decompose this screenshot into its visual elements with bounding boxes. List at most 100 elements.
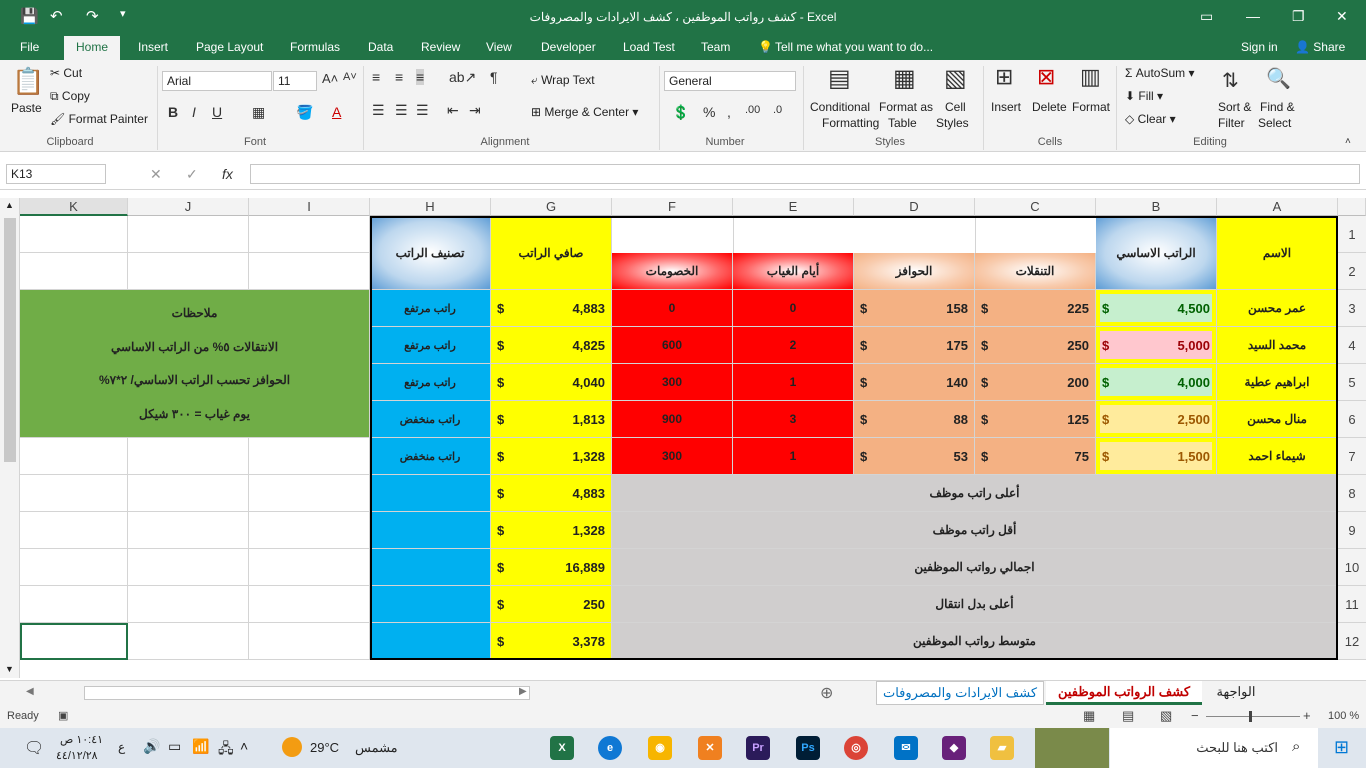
format-painter-button[interactable]: 🖌 Format Painter: [50, 112, 148, 126]
header-basic-salary[interactable]: الراتب الاساسي: [1096, 216, 1217, 290]
show-hidden-icons[interactable]: ˄: [240, 738, 248, 754]
transport-cell[interactable]: $225: [975, 290, 1096, 327]
vlc-taskbar-icon[interactable]: ◉: [648, 736, 672, 760]
find-select-button[interactable]: Find &: [1260, 100, 1295, 114]
increase-decimal-icon[interactable]: .00: [745, 104, 760, 116]
classification-cell[interactable]: راتب مرتفع: [370, 327, 491, 364]
clear-button[interactable]: ◇ Clear ▾: [1125, 112, 1176, 126]
percent-icon[interactable]: %: [703, 104, 715, 120]
summary-label[interactable]: متوسط رواتب الموظفين: [612, 623, 1338, 660]
classification-cell[interactable]: راتب مرتفع: [370, 290, 491, 327]
summary-empty-cell[interactable]: [370, 623, 491, 660]
chrome-taskbar-icon[interactable]: ◎: [844, 736, 868, 760]
summary-value-cell[interactable]: $250: [491, 586, 612, 623]
incentives-cell[interactable]: $88: [854, 401, 975, 438]
discounts-cell[interactable]: 600: [612, 327, 733, 364]
absence-cell[interactable]: 1: [733, 364, 854, 401]
format-cells-button[interactable]: Format: [1072, 100, 1110, 114]
discounts-cell[interactable]: 900: [612, 401, 733, 438]
tab-home[interactable]: Home: [64, 36, 121, 60]
cell-empty[interactable]: [20, 475, 128, 512]
cell-empty[interactable]: [249, 586, 370, 623]
scroll-down-icon[interactable]: ▼: [5, 664, 14, 674]
cell-empty[interactable]: [249, 512, 370, 549]
summary-value-cell[interactable]: $3,378: [491, 623, 612, 660]
summary-value-cell[interactable]: $4,883: [491, 475, 612, 512]
vertical-scrollbar[interactable]: ▲ ▼: [0, 198, 20, 678]
net-salary-cell[interactable]: $4,825: [491, 327, 612, 364]
align-middle-icon[interactable]: ≡: [395, 69, 403, 85]
wifi-icon[interactable]: 📶: [192, 738, 209, 755]
format-as-table-icon[interactable]: ▦: [893, 64, 916, 93]
header-incentives[interactable]: الحوافز: [854, 253, 975, 290]
summary-empty-cell[interactable]: [370, 512, 491, 549]
net-salary-cell[interactable]: $1,328: [491, 438, 612, 475]
edge-taskbar-icon[interactable]: e: [598, 736, 622, 760]
zoom-in-icon[interactable]: +: [1303, 708, 1311, 723]
summary-label[interactable]: اجمالي رواتب الموظفين: [612, 549, 1338, 586]
align-bottom-icon[interactable]: ≡: [416, 69, 425, 85]
sign-in-link[interactable]: Sign in: [1241, 40, 1278, 54]
excel-taskbar-icon[interactable]: X: [550, 736, 574, 760]
sheet-tab-home[interactable]: الواجهة: [1206, 681, 1266, 705]
discounts-cell[interactable]: 300: [612, 438, 733, 475]
bold-icon[interactable]: B: [168, 104, 178, 120]
header-classification[interactable]: تصنيف الراتب: [370, 216, 491, 290]
header-transport[interactable]: التنقلات: [975, 253, 1096, 290]
paste-button[interactable]: Paste: [11, 101, 42, 115]
cell-empty[interactable]: [128, 438, 249, 475]
taskbar-search-box[interactable]: اكتب هنا للبحث: [1110, 728, 1318, 768]
incentives-cell[interactable]: $175: [854, 327, 975, 364]
classification-cell[interactable]: راتب منخفض: [370, 401, 491, 438]
select-all-corner[interactable]: [1338, 198, 1366, 216]
cell-empty[interactable]: [128, 216, 249, 253]
column-header-i[interactable]: I: [249, 198, 370, 216]
row-header-12[interactable]: 12: [1338, 623, 1366, 660]
column-header-b[interactable]: B: [1096, 198, 1217, 216]
scroll-left-icon[interactable]: ◀: [26, 686, 34, 697]
cell-empty[interactable]: [20, 216, 128, 253]
tell-me-input[interactable]: Tell me what you want to do...: [775, 40, 933, 54]
employee-name[interactable]: منال محسن: [1217, 401, 1338, 438]
formula-input[interactable]: [250, 164, 1360, 184]
summary-label[interactable]: أقل راتب موظف: [612, 512, 1338, 549]
incentives-cell[interactable]: $53: [854, 438, 975, 475]
close-icon[interactable]: ✕: [1336, 8, 1348, 25]
net-salary-cell[interactable]: $4,040: [491, 364, 612, 401]
conditional-formatting-icon[interactable]: ▤: [828, 64, 851, 93]
scroll-thumb[interactable]: [4, 218, 16, 462]
clock-time[interactable]: ١٠:٤١ ص: [60, 733, 103, 746]
decrease-indent-icon[interactable]: ⇤: [447, 102, 459, 119]
column-header-e[interactable]: E: [733, 198, 854, 216]
row-header-7[interactable]: 7: [1338, 438, 1366, 475]
absence-cell[interactable]: 0: [733, 290, 854, 327]
language-indicator[interactable]: ع: [118, 740, 125, 754]
row-header-6[interactable]: 6: [1338, 401, 1366, 438]
tab-page-layout[interactable]: Page Layout: [196, 40, 263, 54]
weather-temp[interactable]: 29°C: [310, 740, 339, 755]
ribbon-display-icon[interactable]: ▭: [1200, 8, 1213, 25]
decrease-decimal-icon[interactable]: .0: [773, 104, 782, 116]
cell-styles-icon[interactable]: ▧: [944, 64, 967, 93]
tab-load-test[interactable]: Load Test: [623, 40, 675, 54]
align-center-icon[interactable]: ☰: [395, 102, 408, 119]
wrap-text-button[interactable]: ⤶ Wrap Text: [531, 73, 595, 88]
absence-cell[interactable]: 1: [733, 438, 854, 475]
cell-empty[interactable]: [128, 475, 249, 512]
notification-icon[interactable]: 🗨: [24, 738, 44, 758]
tab-team[interactable]: Team: [701, 40, 730, 54]
summary-empty-cell[interactable]: [370, 549, 491, 586]
increase-indent-icon[interactable]: ⇥: [469, 102, 481, 119]
delete-cells-button[interactable]: Delete: [1032, 100, 1067, 114]
summary-value-cell[interactable]: $1,328: [491, 512, 612, 549]
battery-icon[interactable]: ▭: [168, 738, 181, 755]
header-net-salary[interactable]: صافي الراتب: [491, 216, 612, 290]
column-header-j[interactable]: J: [128, 198, 249, 216]
row-header-5[interactable]: 5: [1338, 364, 1366, 401]
orientation-icon[interactable]: ab↗: [449, 69, 476, 86]
visual-studio-taskbar-icon[interactable]: ◆: [942, 736, 966, 760]
weather-desc[interactable]: مشمس: [355, 740, 398, 756]
discounts-cell[interactable]: 300: [612, 364, 733, 401]
basic-salary-cell[interactable]: $4,500: [1096, 290, 1217, 327]
mail-taskbar-icon[interactable]: ✉: [894, 736, 918, 760]
